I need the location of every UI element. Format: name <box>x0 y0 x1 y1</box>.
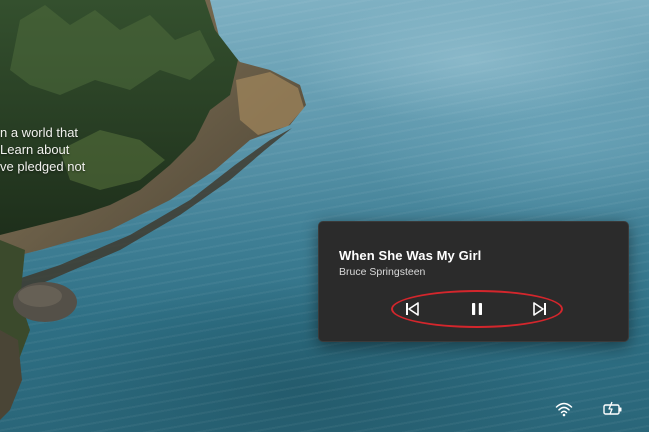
skip-next-icon <box>533 302 546 316</box>
media-controls-flyout: When She Was My Girl Bruce Springsteen <box>318 221 629 342</box>
pause-button[interactable] <box>468 300 486 318</box>
wifi-icon[interactable] <box>555 401 573 417</box>
track-artist: Bruce Springsteen <box>339 266 426 278</box>
desktop-spotlight-text: n a world that Learn about ve pledged no… <box>0 124 85 175</box>
battery-charging-icon[interactable] <box>603 401 622 417</box>
desktop-wallpaper <box>0 0 649 432</box>
track-title: When She Was My Girl <box>339 248 482 263</box>
previous-track-button[interactable] <box>403 300 421 318</box>
skip-previous-icon <box>406 302 419 316</box>
next-track-button[interactable] <box>531 300 549 318</box>
spotlight-text-line: Learn about <box>0 142 70 157</box>
spotlight-text-line: n a world that <box>0 125 79 140</box>
rocky-island-image <box>0 0 306 420</box>
pause-icon <box>472 303 482 315</box>
playback-controls-highlight <box>391 290 563 328</box>
spotlight-text-line: ve pledged not <box>0 159 86 174</box>
